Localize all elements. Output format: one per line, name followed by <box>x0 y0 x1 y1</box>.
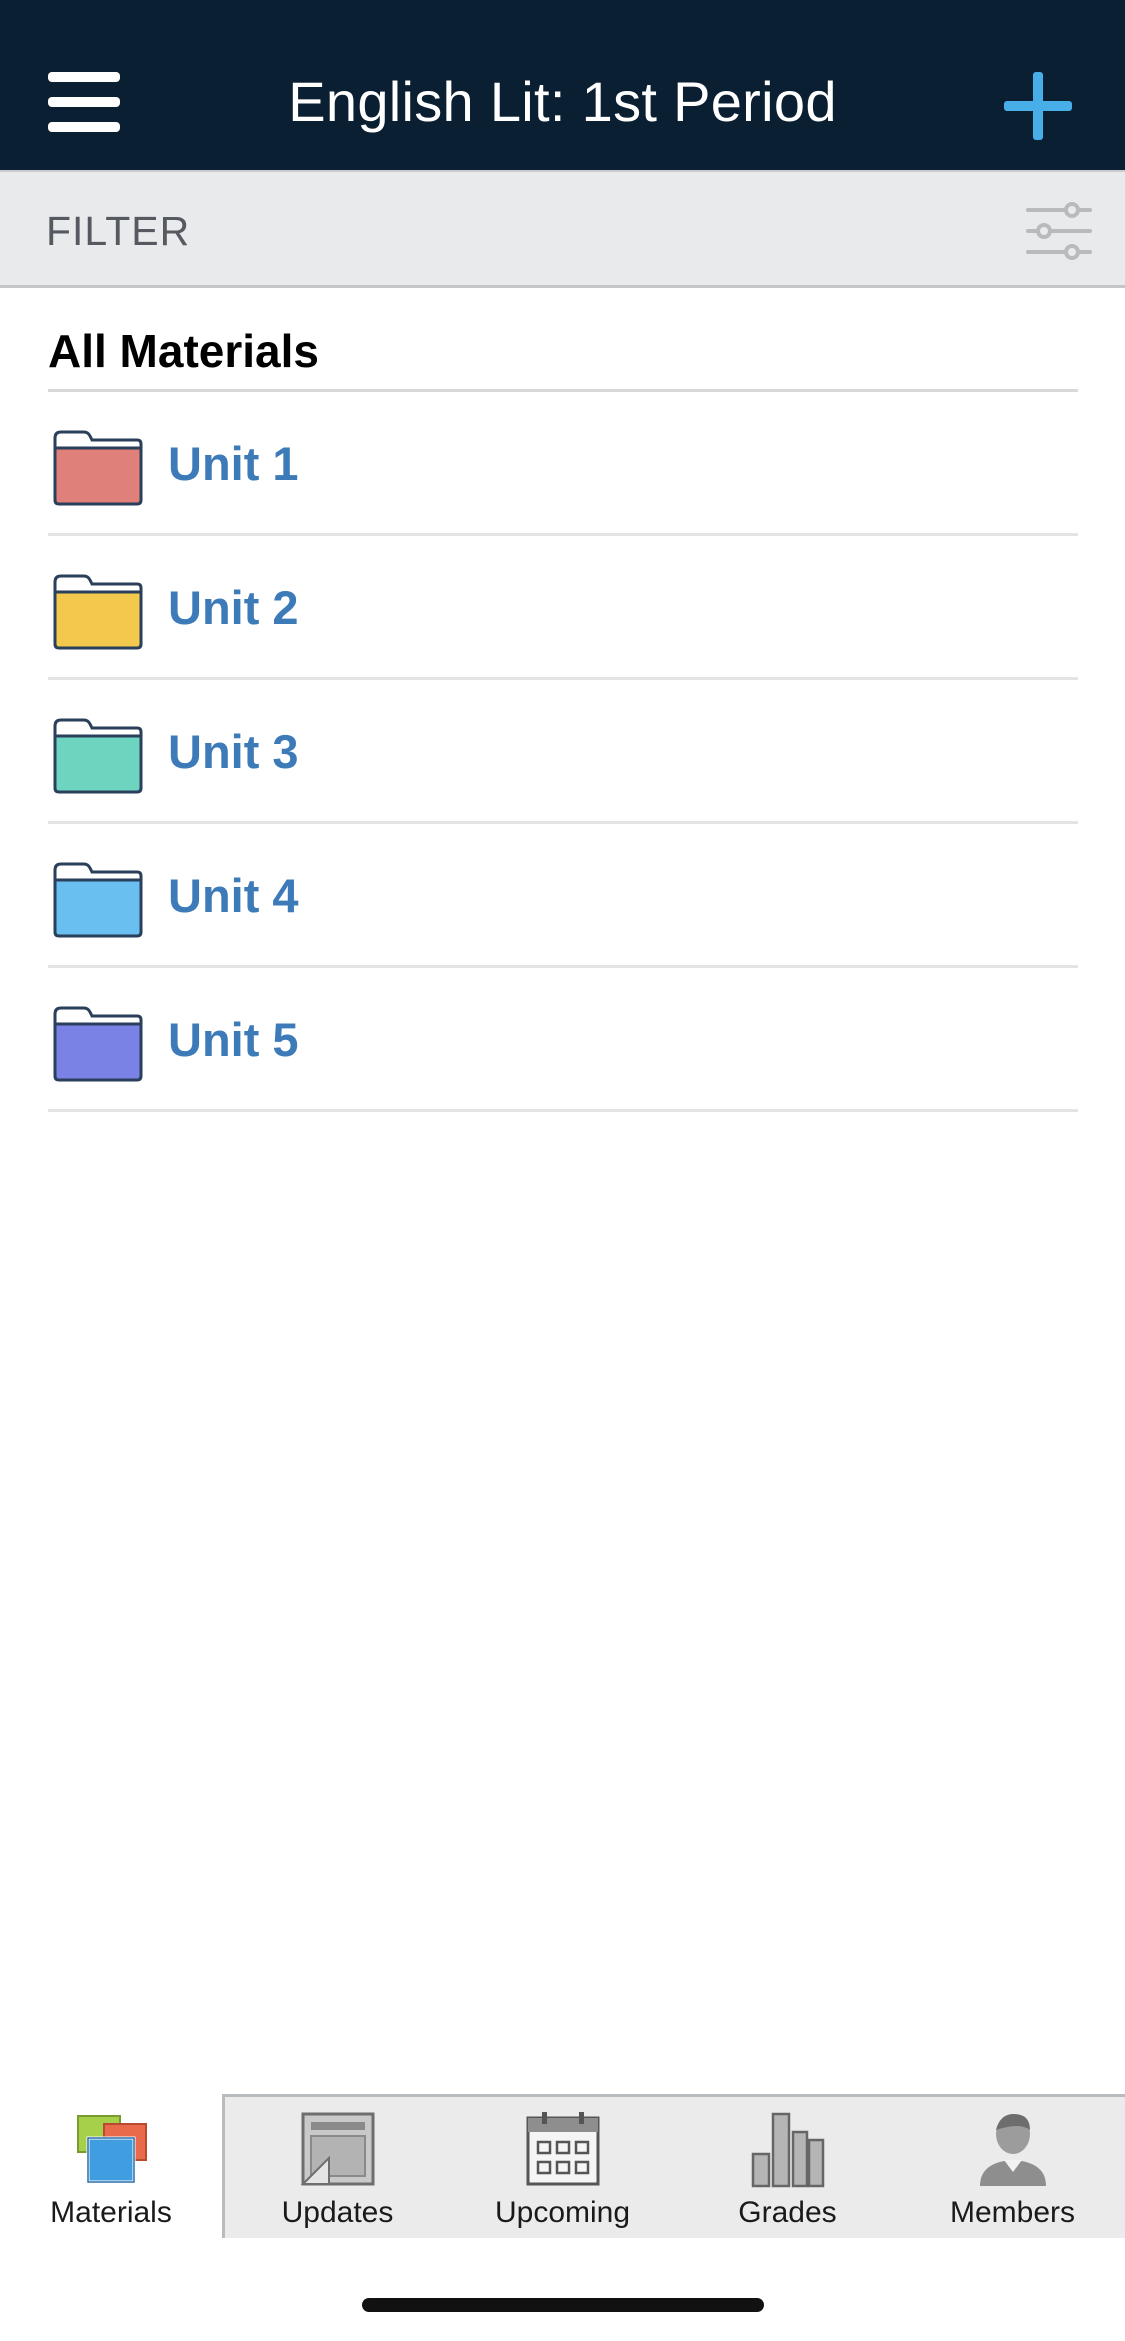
sliders-icon[interactable] <box>1026 198 1092 264</box>
person-icon <box>980 2114 1046 2186</box>
tab-label: Upcoming <box>494 2196 631 2229</box>
materials-icon <box>77 2115 147 2184</box>
bar-chart-icon <box>751 2112 825 2188</box>
section-title: All Materials <box>48 288 1078 392</box>
folder-icon <box>53 574 143 650</box>
plus-icon[interactable] <box>1004 72 1072 140</box>
filter-label: FILTER <box>46 208 191 254</box>
updates-icon <box>300 2112 375 2186</box>
list-item-unit-1[interactable]: Unit 1 <box>48 392 1078 536</box>
calendar-icon <box>526 2112 600 2186</box>
tab-label: Updates <box>281 2196 394 2229</box>
tab-label: Members <box>949 2196 1076 2229</box>
folder-icon <box>53 718 143 794</box>
tab-label: Grades <box>738 2196 837 2229</box>
tab-members[interactable]: Members <box>900 2094 1125 2238</box>
list-item-label: Unit 1 <box>168 437 299 490</box>
materials-list: All Materials Unit 1 Unit 2 Unit 3 Unit … <box>48 288 1078 1112</box>
tab-updates[interactable]: Updates <box>225 2094 450 2238</box>
list-item-label: Unit 3 <box>168 725 299 778</box>
list-item-label: Unit 5 <box>168 1013 299 1066</box>
list-item-unit-3[interactable]: Unit 3 <box>48 680 1078 824</box>
home-indicator[interactable] <box>362 2298 764 2312</box>
tab-label: Materials <box>50 2196 172 2229</box>
folder-icon <box>53 862 143 938</box>
folder-icon <box>53 430 143 506</box>
app-screen: English Lit: 1st Period FILTER All Mater… <box>0 0 1125 2341</box>
filter-bar[interactable]: FILTER <box>0 170 1125 288</box>
home-indicator-area <box>0 2238 1125 2341</box>
tab-bar: Materials Updates Upcoming Grades Member… <box>0 2094 1125 2238</box>
list-item-label: Unit 4 <box>168 869 299 922</box>
tab-materials[interactable]: Materials <box>0 2094 225 2238</box>
list-item-unit-2[interactable]: Unit 2 <box>48 536 1078 680</box>
folder-icon <box>53 1006 143 1082</box>
tab-upcoming[interactable]: Upcoming <box>450 2094 675 2238</box>
list-item-label: Unit 2 <box>168 581 299 634</box>
list-item-unit-5[interactable]: Unit 5 <box>48 968 1078 1112</box>
header-bar: English Lit: 1st Period <box>0 0 1125 170</box>
tab-grades[interactable]: Grades <box>675 2094 900 2238</box>
list-item-unit-4[interactable]: Unit 4 <box>48 824 1078 968</box>
page-title: English Lit: 1st Period <box>288 70 837 133</box>
